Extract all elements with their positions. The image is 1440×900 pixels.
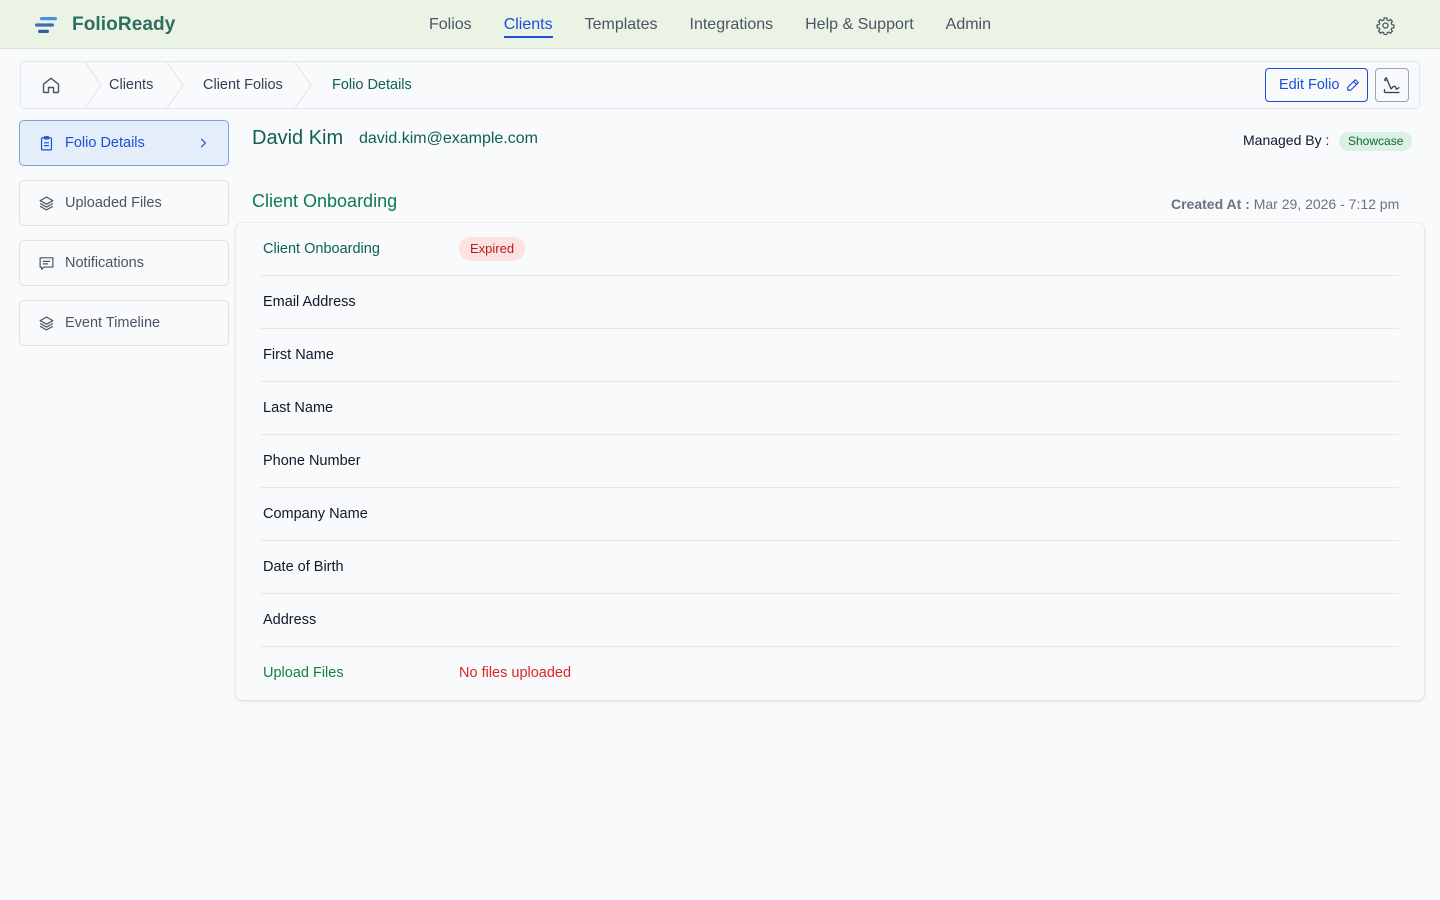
field-row: Address	[261, 594, 1399, 647]
status-badge: Expired	[459, 237, 526, 261]
breadcrumb: Clients Client Folios Folio Details Edit…	[20, 61, 1420, 109]
layers-icon	[39, 196, 54, 210]
section-title: Client Onboarding	[252, 191, 398, 211]
sidebar-item-label: Notifications	[65, 255, 144, 271]
upload-files-label: Upload Files	[263, 665, 344, 681]
signature-icon	[1383, 77, 1400, 94]
breadcrumb-clients[interactable]: Clients	[109, 62, 153, 108]
folio-details-card: Client Onboarding Expired Email Address …	[236, 223, 1424, 700]
layers-icon	[39, 316, 54, 330]
field-row: First Name	[261, 329, 1399, 382]
managed-by-badge: Showcase	[1339, 132, 1413, 151]
field-row: Email Address	[261, 276, 1399, 329]
breadcrumb-folio-details: Folio Details	[332, 77, 412, 93]
brand-name: FolioReady	[72, 14, 176, 35]
chevron-right-icon	[200, 138, 207, 148]
signature-button[interactable]	[1375, 68, 1409, 102]
brand-logo[interactable]: FolioReady	[34, 12, 175, 38]
field-row: Last Name	[261, 382, 1399, 435]
gear-icon[interactable]	[1376, 16, 1395, 35]
main-nav: Folios Clients Templates Integrations He…	[413, 0, 1007, 49]
nav-integrations[interactable]: Integrations	[674, 0, 790, 49]
field-label: Last Name	[263, 400, 334, 416]
field-label: Email Address	[263, 294, 356, 310]
top-navigation: FolioReady Folios Clients Templates Inte…	[0, 0, 1440, 49]
client-email: david.kim@example.com	[359, 130, 538, 147]
clipboard-icon	[40, 135, 53, 150]
nav-folios[interactable]: Folios	[413, 0, 488, 49]
edit-folio-label: Edit Folio	[1279, 77, 1340, 93]
field-label: First Name	[263, 347, 334, 363]
nav-help-support[interactable]: Help & Support	[789, 0, 930, 49]
field-row: Company Name	[261, 488, 1399, 541]
sidebar-item-folio-details[interactable]: Folio Details	[19, 120, 229, 166]
sidebar-item-label: Uploaded Files	[65, 195, 162, 211]
field-label: Phone Number	[263, 453, 361, 469]
field-row: Phone Number	[261, 435, 1399, 488]
edit-folio-button[interactable]: Edit Folio	[1265, 68, 1368, 102]
sidebar-item-label: Event Timeline	[65, 315, 161, 331]
sidebar-item-label: Folio Details	[65, 135, 145, 151]
nav-clients[interactable]: Clients	[488, 0, 569, 49]
status-label: Client Onboarding	[263, 241, 380, 257]
nav-admin[interactable]: Admin	[930, 0, 1007, 49]
managed-by-label: Managed By :	[1243, 132, 1330, 148]
field-label: Company Name	[263, 506, 368, 522]
sidebar-item-notifications[interactable]: Notifications	[19, 240, 229, 286]
sidebar-item-uploaded-files[interactable]: Uploaded Files	[19, 180, 229, 226]
created-at-label: Created At :	[1171, 196, 1250, 212]
sidebar-item-event-timeline[interactable]: Event Timeline	[19, 300, 229, 346]
status-row: Client Onboarding Expired	[261, 223, 1399, 276]
created-at-value: Mar 29, 2026 - 7:12 pm	[1253, 196, 1400, 212]
breadcrumb-separator	[294, 62, 312, 108]
nav-templates[interactable]: Templates	[569, 0, 674, 49]
created-at: Created At : Mar 29, 2026 - 7:12 pm	[1171, 196, 1399, 212]
pencil-icon	[1347, 79, 1360, 91]
home-icon[interactable]	[41, 75, 61, 95]
breadcrumb-separator	[84, 62, 102, 108]
breadcrumb-client-folios[interactable]: Client Folios	[203, 62, 283, 108]
upload-row: Upload Files No files uploaded	[261, 647, 1399, 700]
field-label: Address	[263, 612, 317, 628]
breadcrumb-separator	[166, 62, 184, 108]
field-row: Date of Birth	[261, 541, 1399, 594]
client-name: David Kim	[252, 127, 344, 149]
message-icon	[39, 256, 54, 270]
field-label: Date of Birth	[263, 559, 344, 575]
logo-icon	[35, 17, 57, 33]
no-files-message: No files uploaded	[459, 665, 572, 681]
